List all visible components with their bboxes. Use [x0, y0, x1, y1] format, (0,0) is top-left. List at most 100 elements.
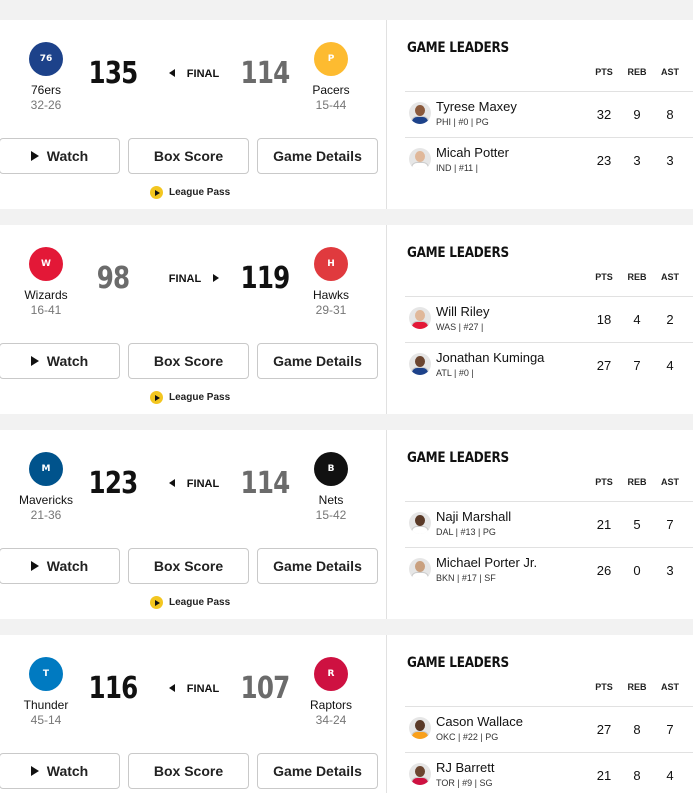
game-status: FINAL [186, 68, 220, 80]
away-team-name: Wizards [24, 288, 68, 302]
league-pass-link[interactable]: League Pass [150, 596, 230, 609]
home-team-name: Pacers [312, 83, 350, 97]
away-team[interactable]: T Thunder 45-14 [6, 657, 86, 727]
home-team-logo-icon: P [314, 42, 348, 76]
home-team-logo-icon: R [314, 657, 348, 691]
game-details-button[interactable]: Game Details [257, 753, 378, 789]
watch-button[interactable]: Watch [0, 753, 120, 789]
league-pass-label: League Pass [169, 597, 231, 608]
reb-column-header: REB [627, 272, 647, 282]
home-team[interactable]: R Raptors 34-24 [291, 657, 371, 727]
box-score-button[interactable]: Box Score [128, 138, 249, 174]
play-icon [30, 151, 39, 161]
watch-button[interactable]: Watch [0, 548, 120, 584]
player-name[interactable]: Tyrese Maxey [436, 99, 517, 114]
player-name[interactable]: Jonathan Kuminga [436, 350, 544, 365]
ast-column-header: AST [661, 67, 679, 77]
player-ast: 4 [666, 768, 674, 783]
leader-row[interactable]: Tyrese Maxey PHI | #0 | PG 32 9 8 [405, 92, 693, 138]
home-score: 119 [240, 261, 291, 296]
game-leaders: GAME LEADERS PTS REB AST Cason Wallace O… [387, 635, 693, 793]
box-score-button[interactable]: Box Score [128, 343, 249, 379]
leader-row[interactable]: Naji Marshall DAL | #13 | PG 21 5 7 [405, 502, 693, 548]
game-leaders: GAME LEADERS PTS REB AST Will Riley WAS … [387, 225, 693, 414]
game-status: FINAL [186, 683, 220, 695]
game-details-button[interactable]: Game Details [257, 138, 378, 174]
game-leaders-title: GAME LEADERS [407, 655, 509, 671]
player-meta: BKN | #17 | SF [436, 573, 496, 583]
game-status: FINAL [186, 478, 220, 490]
player-ast: 2 [666, 312, 674, 327]
player-name[interactable]: Will Riley [436, 304, 489, 319]
home-team-name: Hawks [312, 288, 349, 302]
league-pass-link[interactable]: League Pass [150, 391, 230, 404]
player-pts: 21 [596, 517, 612, 532]
game-details-button[interactable]: Game Details [257, 548, 378, 584]
ast-column-header: AST [661, 272, 679, 282]
player-name[interactable]: RJ Barrett [436, 760, 495, 775]
game-leaders: GAME LEADERS PTS REB AST Naji Marshall D… [387, 430, 693, 619]
league-pass-label: League Pass [169, 392, 231, 403]
leader-row[interactable]: Micah Potter IND | #11 | 23 3 3 [405, 138, 693, 184]
player-reb: 4 [633, 312, 641, 327]
game-status-row: FINAL [148, 683, 240, 695]
league-pass-play-icon [150, 596, 163, 609]
away-team-record: 32-26 [30, 98, 62, 112]
home-team-name: Raptors [309, 698, 353, 712]
ast-column-header: AST [661, 682, 679, 692]
game-summary: W Wizards 16-41 98 FINAL 119 H Hawks 29-… [0, 225, 386, 414]
leader-row[interactable]: Michael Porter Jr. BKN | #17 | SF 26 0 3 [405, 548, 693, 594]
player-name[interactable]: Cason Wallace [436, 714, 523, 729]
game-summary: M Mavericks 21-36 123 FINAL 114 B Nets 1… [0, 430, 386, 619]
away-team[interactable]: 76 76ers 32-26 [6, 42, 86, 112]
player-pts: 18 [596, 312, 612, 327]
box-score-button[interactable]: Box Score [128, 753, 249, 789]
player-name[interactable]: Micah Potter [436, 145, 509, 160]
pts-column-header: PTS [595, 477, 613, 487]
game-summary: T Thunder 45-14 116 FINAL 107 R Raptors … [0, 635, 386, 793]
player-ast: 3 [666, 153, 674, 168]
league-pass-link[interactable]: League Pass [150, 186, 230, 199]
leader-row[interactable]: Will Riley WAS | #27 | 18 4 2 [405, 297, 693, 343]
home-team[interactable]: P Pacers 15-44 [291, 42, 371, 112]
away-team[interactable]: M Mavericks 21-36 [6, 452, 86, 522]
watch-button[interactable]: Watch [0, 343, 120, 379]
player-reb: 8 [633, 722, 641, 737]
player-meta: WAS | #27 | [436, 322, 484, 332]
league-pass-play-icon [150, 391, 163, 404]
player-reb: 3 [633, 153, 641, 168]
game-status-row: FINAL [148, 478, 240, 490]
game-status-row: FINAL [148, 273, 240, 285]
game-leaders-title: GAME LEADERS [407, 450, 509, 466]
player-reb: 8 [633, 768, 641, 783]
player-pts: 21 [596, 768, 612, 783]
game-leaders-title: GAME LEADERS [407, 40, 509, 56]
player-name[interactable]: Naji Marshall [436, 509, 511, 524]
game-leaders: GAME LEADERS PTS REB AST Tyrese Maxey PH… [387, 20, 693, 209]
home-team[interactable]: H Hawks 29-31 [291, 247, 371, 317]
player-meta: IND | #11 | [436, 163, 479, 173]
player-avatar [409, 512, 431, 534]
player-meta: ATL | #0 | [436, 368, 474, 378]
home-team-record: 15-42 [315, 508, 347, 522]
watch-button[interactable]: Watch [0, 138, 120, 174]
leader-row[interactable]: Cason Wallace OKC | #22 | PG 27 8 7 [405, 707, 693, 753]
home-team[interactable]: B Nets 15-42 [291, 452, 371, 522]
game-details-button[interactable]: Game Details [257, 343, 378, 379]
player-reb: 9 [633, 107, 641, 122]
leader-row[interactable]: RJ Barrett TOR | #9 | SG 21 8 4 [405, 753, 693, 793]
player-pts: 23 [596, 153, 612, 168]
pts-column-header: PTS [595, 682, 613, 692]
player-name[interactable]: Michael Porter Jr. [436, 555, 537, 570]
pts-column-header: PTS [595, 67, 613, 77]
away-team[interactable]: W Wizards 16-41 [6, 247, 86, 317]
home-team-logo-icon: H [314, 247, 348, 281]
away-score: 123 [88, 466, 139, 501]
player-meta: OKC | #22 | PG [436, 732, 499, 742]
leader-row[interactable]: Jonathan Kuminga ATL | #0 | 27 7 4 [405, 343, 693, 389]
away-team-logo-icon: W [29, 247, 63, 281]
box-score-button[interactable]: Box Score [128, 548, 249, 584]
player-reb: 5 [633, 517, 641, 532]
pts-column-header: PTS [595, 272, 613, 282]
away-score: 135 [88, 56, 139, 91]
